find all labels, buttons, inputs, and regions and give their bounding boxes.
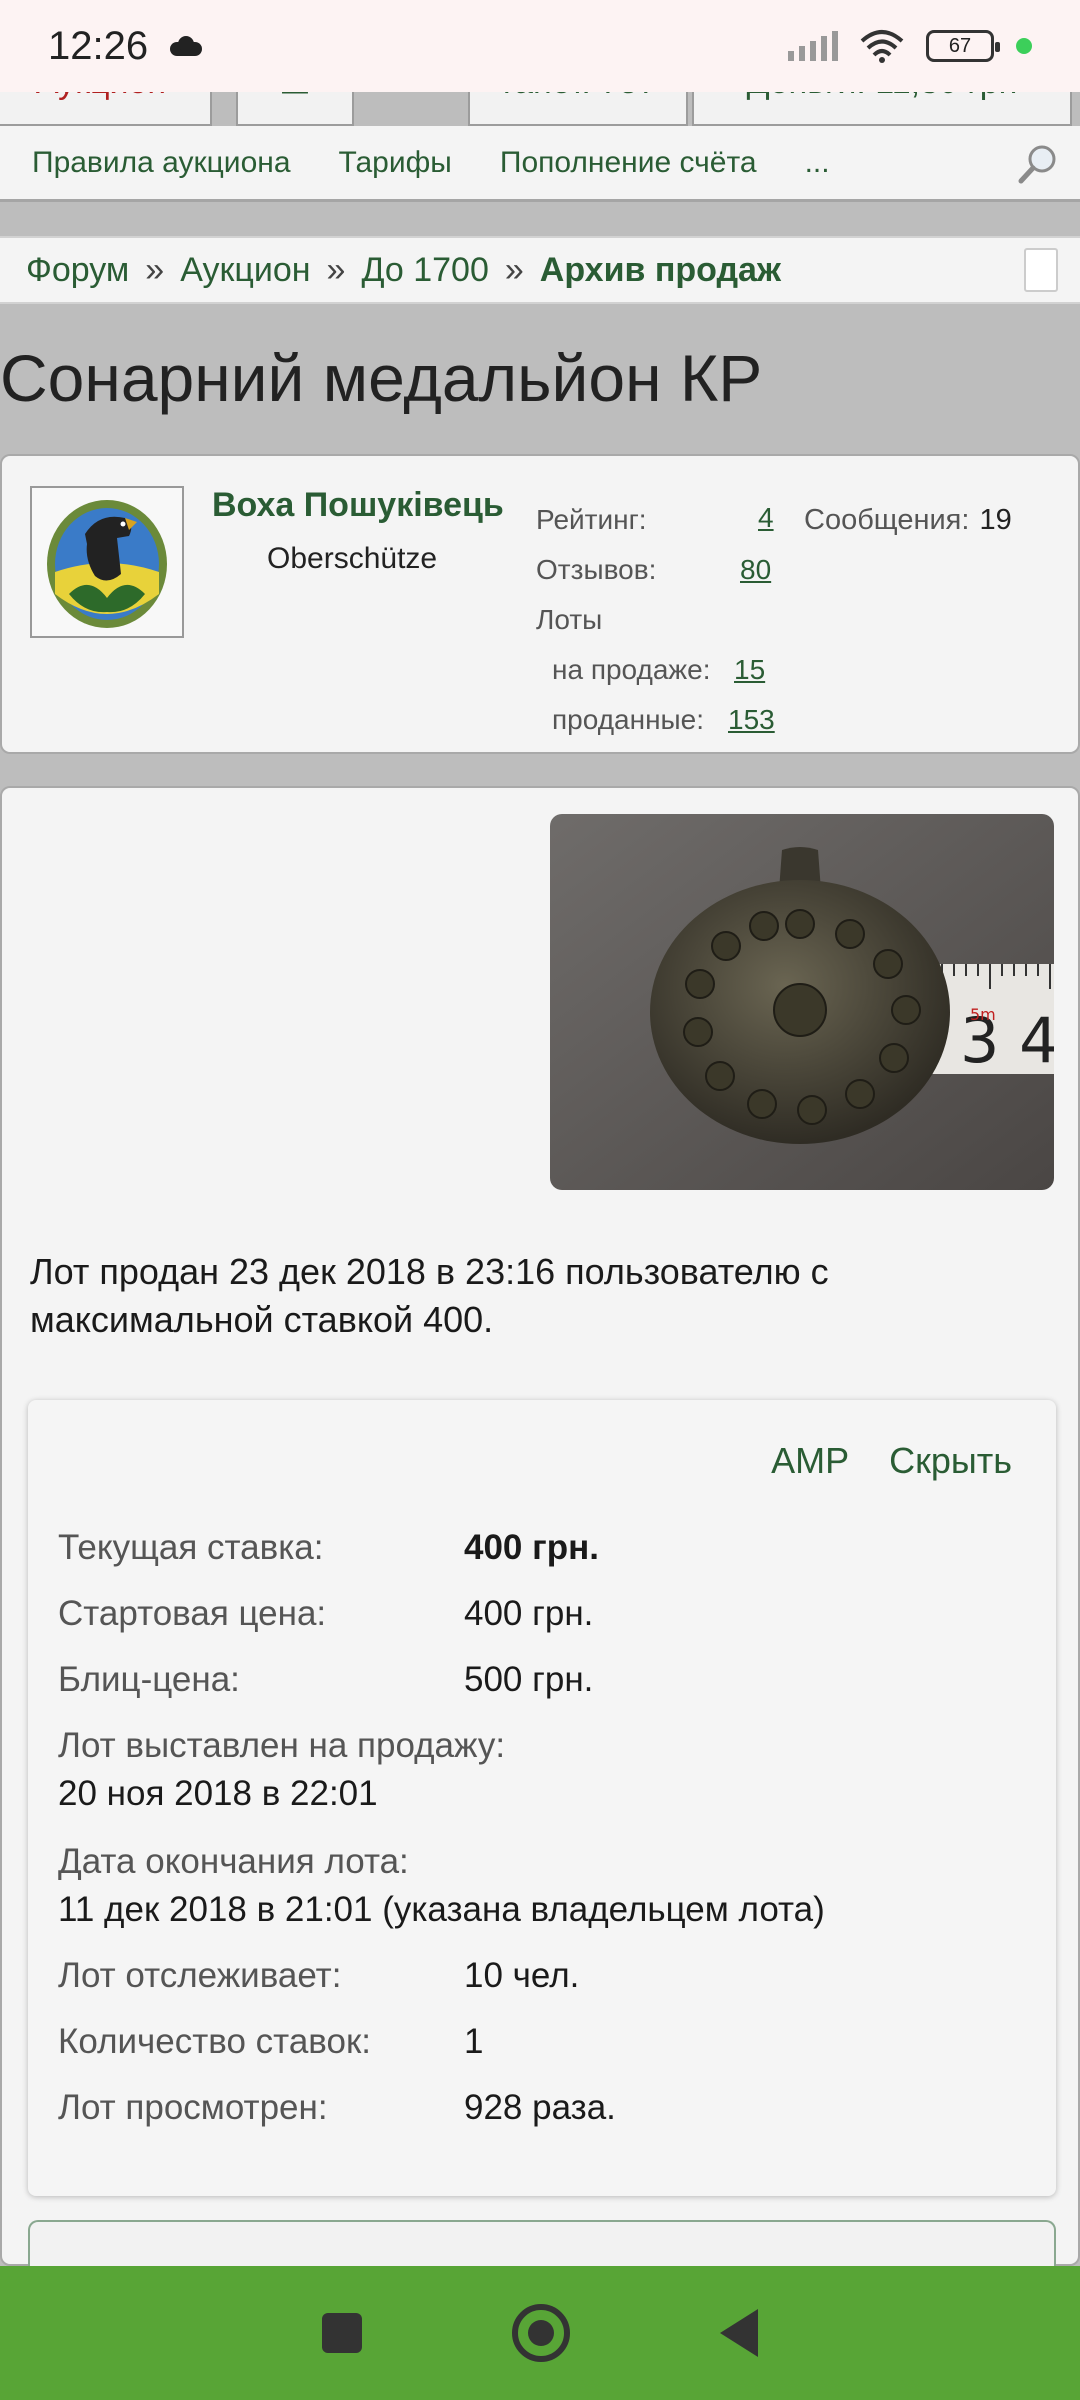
messages-value: 19	[979, 504, 1012, 536]
blitz-price-label: Блиц-цена:	[58, 1660, 240, 1699]
on-sale-label: на продаже:	[552, 654, 711, 685]
submenu-more-link[interactable]: ...	[805, 146, 830, 180]
cloud-icon	[168, 36, 204, 56]
lot-sold-text: Лот продан 23 дек 2018 в 23:16 пользоват…	[30, 1251, 829, 1340]
breadcrumb: Форум » Аукцион » До 1700 » Архив продаж	[0, 236, 1080, 304]
reviews-link[interactable]: 80	[740, 556, 771, 584]
sold-label: проданные:	[552, 704, 705, 735]
watchers-value: 10 чел.	[464, 1956, 580, 1995]
status-bar: 12:26 67	[0, 0, 1080, 92]
amp-link[interactable]: AMP	[771, 1440, 849, 1482]
breadcrumb-auction[interactable]: Аукцион	[180, 251, 310, 290]
eagle-emblem-icon	[47, 500, 167, 628]
end-date-label: Дата окончания лота:	[58, 1842, 409, 1881]
submenu-tariffs-link[interactable]: Тарифы	[339, 146, 452, 180]
wifi-icon	[860, 30, 904, 63]
signal-icon	[788, 31, 838, 61]
breadcrumb-separator: »	[326, 250, 346, 289]
page-title: Сонарний медальйон КР	[0, 341, 763, 415]
messages-count: Сообщения: 19	[804, 504, 1012, 537]
messages-label: Сообщения:	[804, 504, 970, 536]
rating-link[interactable]: 4	[758, 504, 774, 532]
hide-link[interactable]: Скрыть	[889, 1440, 1012, 1482]
end-date-value: 11 дек 2018 в 21:01 (указана владельцем …	[58, 1890, 825, 1929]
svg-text:5m: 5m	[970, 1005, 996, 1024]
listed-date-value: 20 ноя 2018 в 22:01	[58, 1774, 378, 1813]
lot-photo[interactable]: 3 4 5m	[550, 814, 1054, 1190]
rating-label: Рейтинг:	[536, 504, 647, 535]
reviews-label: Отзывов:	[536, 554, 657, 585]
views-value: 928 раза.	[464, 2088, 616, 2127]
breadcrumb-forum[interactable]: Форум	[26, 251, 129, 290]
search-icon[interactable]	[1016, 142, 1060, 186]
breadcrumb-category[interactable]: До 1700	[361, 251, 488, 290]
document-icon[interactable]	[1024, 248, 1058, 292]
lots-label: Лоты	[536, 604, 603, 635]
home-button[interactable]	[512, 2304, 570, 2362]
seller-name-link[interactable]: Воха Пошуківець	[212, 486, 504, 525]
privacy-dot-icon	[1016, 38, 1032, 54]
sold-link[interactable]: 153	[728, 706, 775, 734]
on-sale-link[interactable]: 15	[734, 656, 765, 684]
medallion-photo-image: 3 4 5m	[550, 814, 1054, 1190]
views-label: Лот просмотрен:	[58, 2088, 328, 2127]
seller-card: Воха Пошуківець Oberschütze Рейтинг: 4 О…	[0, 454, 1080, 754]
back-button[interactable]	[720, 2309, 758, 2357]
system-navigation-bar	[0, 2266, 1080, 2400]
status-time: 12:26	[48, 23, 149, 68]
watchers-label: Лот отслеживает:	[58, 1956, 342, 1995]
auction-submenu: Правила аукциона Тарифы Пополнение счёта…	[0, 126, 1080, 202]
submenu-topup-link[interactable]: Пополнение счёта	[500, 146, 757, 180]
breadcrumb-current[interactable]: Архив продаж	[540, 251, 781, 290]
lot-info-panel: AMP Скрыть Текущая ставка: 400 грн. Стар…	[28, 1400, 1056, 2196]
start-price-value: 400 грн.	[464, 1594, 594, 1633]
bids-count-value: 1	[464, 2022, 484, 2061]
current-bid-label: Текущая ставка:	[58, 1528, 324, 1567]
bids-count-label: Количество ставок:	[58, 2022, 371, 2061]
breadcrumb-separator: »	[145, 250, 165, 289]
listed-date-label: Лот выставлен на продажу:	[58, 1726, 506, 1765]
submenu-rules-link[interactable]: Правила аукциона	[32, 146, 291, 180]
current-bid-value: 400 грн.	[464, 1528, 599, 1567]
breadcrumb-separator: »	[504, 250, 524, 289]
battery-level: 67	[948, 34, 972, 57]
recent-apps-button[interactable]	[322, 2313, 362, 2353]
home-icon	[528, 2320, 554, 2346]
seller-rank: Oberschütze	[267, 542, 438, 575]
blitz-price-value: 500 грн.	[464, 1660, 594, 1699]
start-price-label: Стартовая цена:	[58, 1594, 327, 1633]
lot-card: 3 4 5m Лот продан 23 дек 2018 в 23:16 по…	[0, 786, 1080, 2280]
battery-icon: 67	[926, 30, 1000, 62]
avatar[interactable]	[30, 486, 184, 638]
